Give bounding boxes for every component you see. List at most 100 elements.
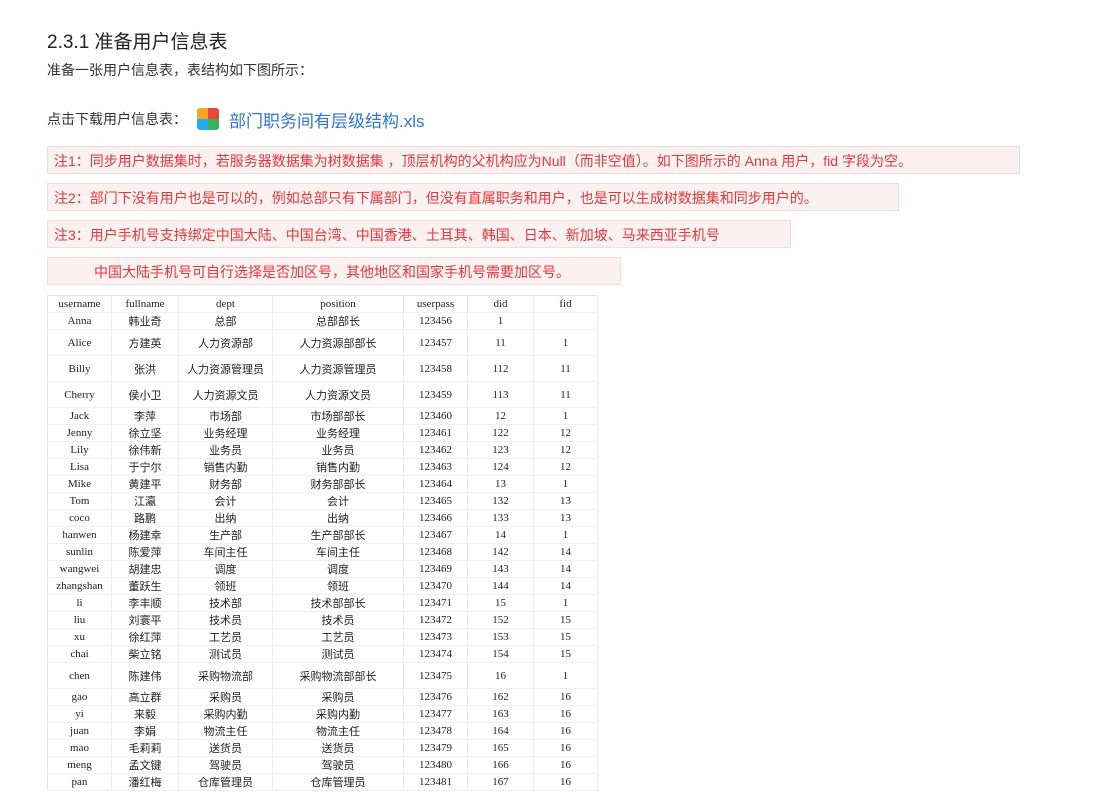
cell-position: 驾驶员 [272,756,404,774]
cell-dept: 人力资源管理员 [178,355,273,382]
cell-position: 技术部部长 [272,594,404,612]
cell-did: 162 [467,688,534,706]
cell-userpass: 123468 [403,543,468,561]
cell-dept: 送货员 [178,739,273,757]
table-row: coco 路鹏 出纳 出纳 123466 133 13 [47,509,598,527]
cell-userpass: 123457 [403,329,468,356]
cell-fullname: 黄建平 [111,475,179,493]
cell-fid [533,312,598,330]
table-row: Lisa 于宁尔 销售内勤 销售内勤 123463 124 12 [47,458,598,476]
cell-did: 142 [467,543,534,561]
cell-dept: 工艺员 [178,628,273,646]
cell-dept: 调度 [178,560,273,578]
cell-username: zhangshan [47,577,112,595]
cell-fid: 1 [533,475,598,493]
cell-did: 123 [467,441,534,459]
table-row: Billy 张洪 人力资源管理员 人力资源管理员 123458 112 11 [47,355,598,382]
cell-did: 132 [467,492,534,510]
cell-did: 12 [467,407,534,425]
user-info-table: username fullname dept position userpass did f… [47,295,598,791]
cell-fid: 15 [533,611,598,629]
note-2: 注2：部门下没有用户也是可以的，例如总部只有下属部门，但没有直属职务和用户，也是… [47,183,899,211]
cell-username: coco [47,509,112,527]
cell-username: Billy [47,355,112,382]
cell-fid: 13 [533,509,598,527]
column-header-fullname: fullname [111,295,179,313]
cell-username: liu [47,611,112,629]
cell-dept: 市场部 [178,407,273,425]
cell-userpass: 123475 [403,662,468,689]
table-row: gao 高立群 采购员 采购员 123476 162 16 [47,688,598,706]
cell-fid: 11 [533,355,598,382]
cell-dept: 车间主任 [178,543,273,561]
cell-did: 163 [467,705,534,723]
cell-dept: 出纳 [178,509,273,527]
cell-userpass: 123461 [403,424,468,442]
cell-fullname: 陈爱萍 [111,543,179,561]
cell-position: 测试员 [272,645,404,663]
column-header-username: username [47,295,112,313]
cell-position: 人力资源部部长 [272,329,404,356]
cell-fullname: 胡建忠 [111,560,179,578]
xls-file-icon [197,108,219,130]
cell-did: 133 [467,509,534,527]
cell-username: pan [47,773,112,791]
cell-fid: 11 [533,381,598,408]
cell-username: Cherry [47,381,112,408]
cell-dept: 采购内勤 [178,705,273,723]
cell-position: 生产部部长 [272,526,404,544]
cell-position: 采购员 [272,688,404,706]
cell-username: yi [47,705,112,723]
cell-did: 154 [467,645,534,663]
cell-username: juan [47,722,112,740]
cell-dept: 物流主任 [178,722,273,740]
cell-fid: 16 [533,688,598,706]
cell-username: chen [47,662,112,689]
cell-did: 113 [467,381,534,408]
cell-fid: 1 [533,594,598,612]
cell-did: 122 [467,424,534,442]
cell-fid: 16 [533,705,598,723]
cell-fullname: 徐立坚 [111,424,179,442]
cell-did: 164 [467,722,534,740]
cell-username: Jenny [47,424,112,442]
cell-fid: 15 [533,645,598,663]
cell-fid: 14 [533,560,598,578]
table-row: pan 潘红梅 仓库管理员 仓库管理员 123481 167 16 [47,773,598,791]
cell-fid: 16 [533,756,598,774]
cell-dept: 销售内勤 [178,458,273,476]
note-1: 注1：同步用户数据集时，若服务器数据集为树数据集 ，顶层机构的父机构应为Null… [47,146,1020,174]
cell-username: Alice [47,329,112,356]
table-row: Cherry 侯小卫 人力资源文员 人力资源文员 123459 113 11 [47,381,598,408]
cell-fullname: 李丰顺 [111,594,179,612]
cell-dept: 人力资源文员 [178,381,273,408]
cell-userpass: 123460 [403,407,468,425]
column-header-position: position [272,295,404,313]
cell-position: 财务部部长 [272,475,404,493]
cell-fid: 13 [533,492,598,510]
cell-fullname: 柴立铭 [111,645,179,663]
cell-userpass: 123465 [403,492,468,510]
cell-fid: 1 [533,407,598,425]
cell-dept: 业务经理 [178,424,273,442]
cell-position: 采购内勤 [272,705,404,723]
cell-fullname: 董跃生 [111,577,179,595]
table-row: liu 刘寰平 技术员 技术员 123472 152 15 [47,611,598,629]
download-file-link[interactable]: 部门职务间有层级结构.xls [229,107,425,132]
cell-dept: 仓库管理员 [178,773,273,791]
cell-fullname: 刘寰平 [111,611,179,629]
cell-userpass: 123470 [403,577,468,595]
table-row: li 李丰顺 技术部 技术部部长 123471 15 1 [47,594,598,612]
cell-fid: 1 [533,526,598,544]
cell-username: sunlin [47,543,112,561]
cell-did: 167 [467,773,534,791]
cell-userpass: 123456 [403,312,468,330]
cell-dept: 测试员 [178,645,273,663]
download-label: 点击下载用户信息表： [47,111,187,127]
intro-text: 准备一张用户信息表，表结构如下图所示： [47,62,313,78]
cell-username: Lily [47,441,112,459]
cell-userpass: 123476 [403,688,468,706]
cell-username: Jack [47,407,112,425]
cell-fullname: 路鹏 [111,509,179,527]
column-header-userpass: userpass [403,295,468,313]
